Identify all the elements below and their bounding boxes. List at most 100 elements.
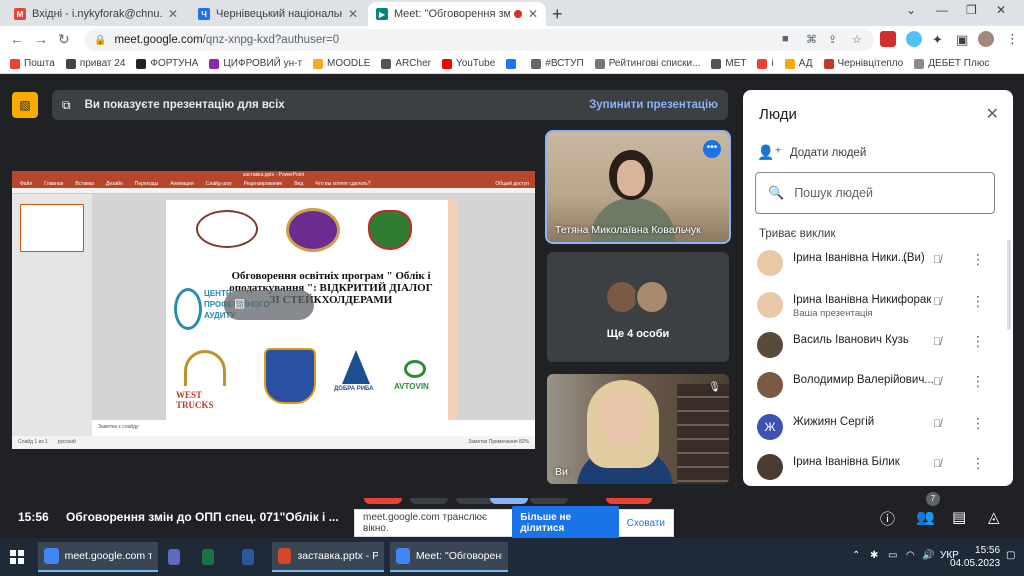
close-icon[interactable]: ✕ (528, 7, 538, 21)
participant-row[interactable]: Ірина Іванівна Ники... (Ви) 🎙̸ ⋮ (743, 244, 1003, 284)
present-button[interactable] (490, 498, 528, 504)
more-options-icon[interactable]: ⋮ (971, 373, 985, 390)
bookmark-item[interactable]: Чернівцітепло (823, 58, 903, 69)
bookmark-item[interactable]: #ВСТУП (531, 58, 584, 69)
tab-university[interactable]: Ч Чернівецький національний ун ✕ (190, 2, 366, 26)
menu-icon[interactable]: ⋮ (1006, 31, 1019, 47)
mic-off-icon[interactable]: 🎙̸ (933, 458, 941, 470)
tab-gmail[interactable]: M Вхідні - i.nykyforak@chnu.edu.u ✕ (6, 2, 186, 26)
tab-meet[interactable]: ▶ Meet: "Обговорення змін д ✕ (368, 2, 546, 26)
slide-thumbnail (20, 204, 84, 252)
chevron-down-icon[interactable]: ⌄ (906, 3, 916, 17)
network-icon[interactable]: ▭ (888, 550, 897, 561)
translate-icon[interactable]: ⌘ (806, 33, 817, 46)
people-icon[interactable]: 👥 (916, 508, 935, 526)
minimize-icon[interactable]: — (936, 3, 948, 17)
close-icon[interactable]: ✕ (168, 7, 178, 21)
bookmark-item[interactable]: ARCher (381, 58, 431, 69)
volume-icon[interactable]: 🔊 (922, 550, 934, 561)
add-people-button[interactable]: 👤⁺ Додати людей (757, 144, 866, 161)
bookmark-item[interactable]: АД (784, 58, 813, 69)
captions-button[interactable] (456, 498, 494, 504)
search-icon: 🔍 (768, 185, 785, 200)
puzzle-icon[interactable]: ✦ (932, 32, 943, 48)
close-icon[interactable]: ✕ (986, 104, 999, 124)
notifications-icon[interactable]: ▢ (1006, 550, 1015, 561)
ppt-ribbon-tab: Файл (20, 181, 33, 187)
extension-icon[interactable] (880, 31, 896, 47)
more-options-icon[interactable]: ⋮ (971, 415, 985, 432)
taskbar-button[interactable] (162, 542, 192, 572)
info-icon[interactable]: ⓘ (880, 508, 895, 529)
participant-row[interactable]: Ж Жижиян Сергій 🎙̸ ⋮ (743, 408, 1003, 448)
reload-icon[interactable]: ↻ (58, 31, 70, 48)
taskbar-button[interactable]: meet.google.com т... (38, 542, 158, 572)
wifi-icon[interactable]: ◠ (906, 550, 915, 561)
mic-off-icon[interactable]: 🎙̸ (933, 376, 941, 388)
close-icon[interactable]: ✕ (348, 7, 358, 21)
stop-sharing-button[interactable]: Більше не ділитися (512, 506, 619, 540)
chat-icon[interactable]: ▤ (952, 508, 966, 526)
scrollbar[interactable] (1007, 240, 1011, 330)
taskbar-button[interactable] (236, 542, 266, 572)
search-people-input[interactable]: 🔍 Пошук людей (755, 172, 995, 214)
presentation-icon[interactable]: ▧ (12, 92, 38, 118)
bookmark-item[interactable]: приват 24 (65, 58, 125, 69)
avatar[interactable] (978, 31, 994, 47)
more-options-icon[interactable]: ••• (703, 140, 721, 158)
bookmark-item[interactable]: ДЕБЕТ Плюс (914, 58, 989, 69)
bookmark-item[interactable]: ЦИФРОВИЙ ун-т (209, 58, 302, 69)
more-options-icon[interactable]: ⋮ (971, 333, 985, 350)
presentation-overlay[interactable]: ▧ (224, 290, 314, 320)
windows-start-icon[interactable] (10, 550, 24, 564)
cloud-icon[interactable] (906, 31, 922, 47)
more-options-icon[interactable]: ⋮ (971, 293, 985, 310)
bookmark-item[interactable]: МЕТ (711, 58, 746, 69)
camera-button[interactable] (410, 498, 448, 504)
bluetooth-icon[interactable]: ✱ (870, 550, 878, 561)
forward-icon[interactable]: → (34, 31, 48, 47)
panel-title: Люди (759, 106, 797, 123)
mic-off-icon[interactable]: 🎙̸ (933, 254, 941, 266)
more-options-icon[interactable]: ⋮ (971, 251, 985, 268)
activities-icon[interactable]: ◬ (988, 508, 1000, 526)
participant-tile-speaker[interactable]: ••• Тетяна Миколаївна Ковальчук (545, 130, 731, 244)
participant-row[interactable]: Ірина Іванівна Білик 🎙̸ ⋮ (743, 448, 1003, 486)
participant-row[interactable]: Володимир Валерійович... 🎙̸ ⋮ (743, 366, 1003, 406)
system-clock[interactable]: 15:56 04.05.2023 (950, 544, 1000, 570)
bookmark-item[interactable]: ФОРТУНА (136, 58, 198, 69)
mic-button[interactable] (364, 498, 402, 504)
bookmark-item[interactable]: Пошта (10, 58, 55, 69)
back-icon[interactable]: ← (10, 31, 24, 47)
participant-tile-others[interactable]: Ще 4 особи (547, 252, 729, 362)
bookmark-icon (441, 58, 452, 69)
participant-row[interactable]: Ірина Іванівна Никифорак Ваша презентація… (743, 286, 1003, 326)
mic-off-icon[interactable]: 🎙̸ (933, 296, 941, 308)
share-icon[interactable]: ⇪ (828, 33, 837, 46)
sidepanel-icon[interactable]: ▣ (956, 32, 968, 48)
more-options-icon[interactable]: ⋮ (971, 455, 985, 472)
bookmark-item[interactable]: MOODLE (313, 58, 370, 69)
hide-button[interactable]: Сховати (627, 518, 665, 529)
bookmark-item[interactable]: YouTube (441, 58, 495, 69)
new-tab-button[interactable]: + (552, 4, 563, 25)
tray-chevron-icon[interactable]: ⌃ (852, 550, 860, 561)
taskbar-button[interactable]: Meet: "Обговоренн... (390, 542, 508, 572)
more-button[interactable] (530, 498, 568, 504)
bookmark-item[interactable]: і (757, 58, 774, 69)
close-window-icon[interactable]: ✕ (996, 3, 1006, 17)
participant-tile-self[interactable]: 🎙 Ви (547, 374, 729, 484)
camera-icon[interactable]: ■ (782, 33, 789, 45)
bookmark-item[interactable] (506, 58, 520, 69)
star-icon[interactable]: ☆ (852, 33, 862, 46)
stop-presenting-button[interactable]: Зупинити презентацію (589, 99, 718, 111)
restore-icon[interactable]: ❐ (966, 3, 977, 17)
mic-off-icon[interactable]: 🎙̸ (933, 418, 941, 430)
bookmark-item[interactable]: Рейтингові списки... (594, 58, 700, 69)
mic-off-icon[interactable]: 🎙̸ (933, 336, 941, 348)
leave-call-button[interactable] (606, 498, 652, 504)
url-field[interactable]: 🔒 meet.google.com /qnz-xnpg-kxd?authuser… (84, 29, 874, 51)
participant-row[interactable]: Василь Іванович Кузь 🎙̸ ⋮ (743, 326, 1003, 366)
taskbar-button[interactable] (196, 542, 226, 572)
taskbar-button[interactable]: заставка.pptx - Ро... (272, 542, 384, 572)
